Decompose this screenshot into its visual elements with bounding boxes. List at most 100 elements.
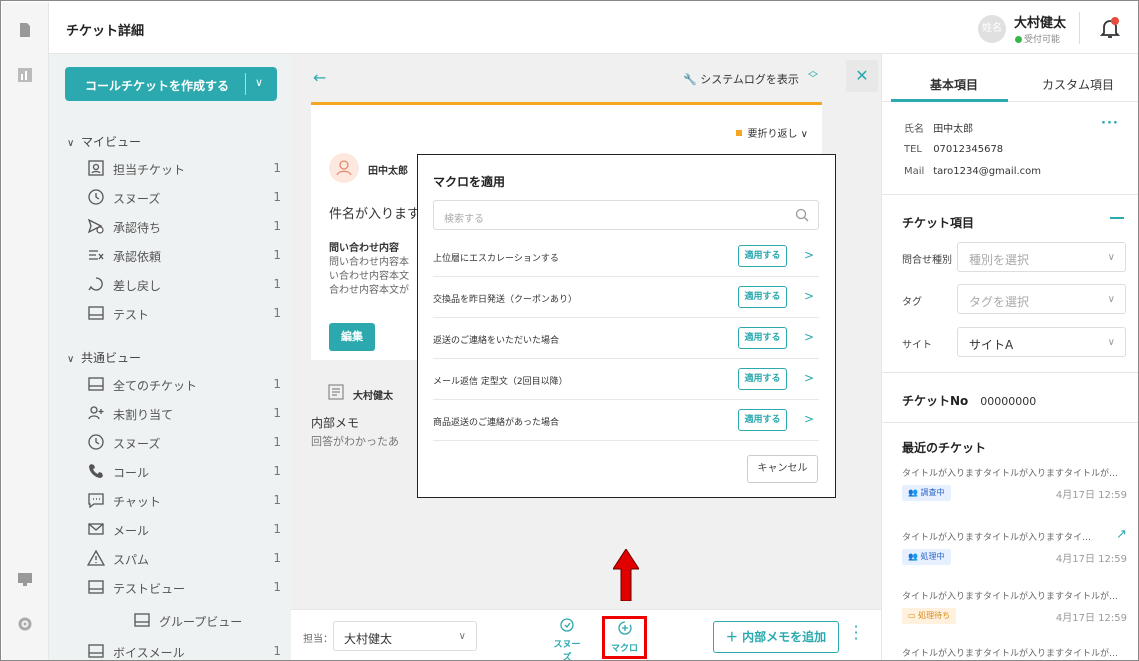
sidebar-item-shared-snooze[interactable]: スヌーズ 1 bbox=[87, 432, 281, 454]
return-icon bbox=[88, 277, 103, 291]
snooze-button[interactable]: スヌーズ bbox=[551, 616, 583, 660]
chevron-right-icon[interactable]: > bbox=[804, 412, 814, 426]
my-view-section[interactable]: ∨ マイビュー bbox=[67, 133, 141, 150]
report-icon[interactable] bbox=[18, 68, 32, 82]
sidebar-item-count: 1 bbox=[273, 551, 281, 565]
customer-name[interactable]: 田中太郎 bbox=[368, 162, 408, 177]
inbox-icon bbox=[88, 306, 104, 320]
ticket-number: チケットNo 00000000 bbox=[902, 392, 1036, 409]
apply-button[interactable]: 適用する bbox=[738, 245, 787, 267]
inbox-icon bbox=[134, 613, 150, 627]
sidebar-item-chat[interactable]: チャット 1 bbox=[87, 490, 281, 512]
chevron-right-icon[interactable]: > bbox=[804, 289, 814, 303]
red-arrow-annotation bbox=[613, 549, 639, 601]
sidebar-item-group-view[interactable]: グループビュー bbox=[133, 610, 281, 632]
macro-row[interactable]: 交換品を昨日発送（クーポンあり） 適用する > bbox=[433, 277, 819, 318]
sidebar-item-snooze[interactable]: スヌーズ 1 bbox=[87, 187, 281, 209]
sidebar-item-label: 全てのチケット bbox=[113, 379, 198, 393]
sidebar-item-voicemail[interactable]: ボイスメール 1 bbox=[87, 641, 281, 660]
recent-tickets-heading: 最近のチケット bbox=[902, 441, 987, 455]
macro-row[interactable]: 返送のご連絡をいただいた場合 適用する > bbox=[433, 318, 819, 359]
header-divider bbox=[1079, 12, 1080, 44]
apply-button[interactable]: 適用する bbox=[738, 409, 787, 431]
tab-custom[interactable]: カスタム項目 bbox=[1042, 76, 1114, 93]
ticket-toolbar: ← 🔧 システムログを表示 ︿ ﹀ bbox=[311, 54, 822, 105]
inquiry-label: 問い合わせ内容 bbox=[329, 243, 399, 254]
shared-view-section[interactable]: ∨ 共通ビュー bbox=[67, 349, 141, 366]
sidebar-item-test[interactable]: テスト 1 bbox=[87, 303, 281, 325]
chevron-down-icon[interactable]: ∨ bbox=[255, 76, 263, 89]
gear-icon[interactable] bbox=[18, 617, 32, 631]
macro-row[interactable]: 商品返送のご連絡があった場合 適用する > bbox=[433, 400, 819, 441]
sidebar-item-all-tickets[interactable]: 全てのチケット 1 bbox=[87, 374, 281, 396]
shared-view-label: 共通ビュー bbox=[81, 351, 142, 365]
sidebar-item-mail[interactable]: メール 1 bbox=[87, 519, 281, 541]
divider bbox=[882, 422, 1138, 423]
search-icon[interactable] bbox=[795, 208, 809, 222]
sidebar-item-label: スパム bbox=[113, 553, 150, 567]
more-horizontal-icon[interactable]: ··· bbox=[1101, 116, 1119, 131]
recent-ticket-title: タイトルが入りますタイトルが入りますタイトルが… bbox=[902, 592, 1119, 602]
monitor-icon[interactable] bbox=[18, 573, 32, 587]
phone-icon bbox=[89, 464, 103, 478]
tab-basic[interactable]: 基本項目 bbox=[930, 76, 978, 93]
user-status[interactable]: 受付可能 bbox=[1015, 32, 1060, 45]
back-arrow-icon[interactable]: ← bbox=[313, 68, 326, 87]
close-icon[interactable]: ✕ bbox=[846, 60, 878, 92]
more-vertical-icon[interactable]: · · · bbox=[852, 619, 860, 647]
apply-button[interactable]: 適用する bbox=[738, 286, 787, 308]
wrench-icon: 🔧 bbox=[683, 73, 697, 86]
ticket-subject: 件名が入ります bbox=[329, 207, 421, 222]
apply-button[interactable]: 適用する bbox=[738, 327, 787, 349]
sidebar-item-test-view[interactable]: テストビュー 1 bbox=[87, 577, 281, 599]
avatar[interactable]: 姓名 bbox=[978, 15, 1006, 43]
recent-ticket-item[interactable]: タイトルが入りますタイトルが入りますタイトルが… bbox=[902, 646, 1127, 659]
add-user-icon bbox=[88, 406, 104, 420]
show-system-log-button[interactable]: 🔧 システムログを表示 bbox=[683, 71, 799, 87]
sidebar-item-approval-request[interactable]: 承認依頼 1 bbox=[87, 245, 281, 267]
inquiry-type-select[interactable]: 種別を選択 ∨ bbox=[957, 242, 1126, 272]
site-select[interactable]: サイトA ∨ bbox=[957, 327, 1126, 357]
chevron-right-icon[interactable]: > bbox=[804, 248, 814, 262]
macro-button[interactable]: マクロ bbox=[602, 616, 647, 659]
macro-row[interactable]: メール返信 定型文（2回目以降） 適用する > bbox=[433, 359, 819, 400]
document-icon[interactable] bbox=[18, 23, 32, 37]
add-internal-memo-button[interactable]: ＋ 内部メモを追加 bbox=[713, 621, 839, 653]
status-badge: ▭ 処理待ち bbox=[902, 608, 957, 624]
macro-row[interactable]: 上位層にエスカレーションする 適用する > bbox=[433, 236, 819, 277]
macro-label: マクロ bbox=[610, 644, 638, 654]
page-title: チケット詳細 bbox=[66, 24, 145, 39]
chevron-right-icon[interactable]: > bbox=[804, 371, 814, 385]
select-value: 種別を選択 bbox=[969, 253, 1030, 267]
sidebar-item-awaiting-approval[interactable]: 承認待ち 1 bbox=[87, 216, 281, 238]
inbox-icon: ▭ bbox=[908, 611, 916, 620]
recent-ticket-item[interactable]: タイトルが入りますタイトルが入りますタイトルが… 👥 調査中 4月17日 12:… bbox=[902, 466, 1127, 501]
sidebar-item-label: コール bbox=[113, 466, 150, 480]
recent-ticket-item[interactable]: タイトルが入りますタイトルが入りますタイトルが… ▭ 処理待ち 4月17日 12… bbox=[902, 589, 1127, 624]
expand-collapse-icon[interactable]: ︿ ﹀ bbox=[808, 67, 818, 85]
collapse-minus-icon[interactable] bbox=[1110, 217, 1124, 219]
recent-ticket-title: タイトルが入りますタイトルが入りますタイトルが… bbox=[902, 469, 1119, 479]
open-external-icon[interactable]: ↗ bbox=[1116, 527, 1127, 542]
sidebar-item-sent-back[interactable]: 差し戻し 1 bbox=[87, 274, 281, 296]
tag-select[interactable]: タグを選択 ∨ bbox=[957, 284, 1126, 314]
bell-icon[interactable] bbox=[1098, 16, 1122, 40]
recent-ticket-item[interactable]: タイトルが入りますタイトルが入りますタイ… ↗ 👥 処理中 4月17日 12:5… bbox=[902, 527, 1127, 565]
sidebar-item-label: 差し戻し bbox=[113, 279, 162, 293]
macro-label: 返送のご連絡をいただいた場合 bbox=[433, 336, 560, 346]
chevron-right-icon[interactable]: > bbox=[804, 330, 814, 344]
assignee-select[interactable]: 大村健太 ∨ bbox=[333, 621, 477, 651]
apply-button[interactable]: 適用する bbox=[738, 368, 787, 390]
cancel-button[interactable]: キャンセル bbox=[747, 455, 818, 483]
macro-label: 商品返送のご連絡があった場合 bbox=[433, 418, 560, 428]
wrap-dropdown[interactable]: 要折り返し ∨ bbox=[735, 125, 808, 140]
sidebar-item-call[interactable]: コール 1 bbox=[87, 461, 281, 483]
create-call-ticket-button[interactable]: コールチケットを作成する ∨ bbox=[65, 67, 277, 101]
sidebar-item-assigned[interactable]: 担当チケット 1 bbox=[87, 158, 281, 180]
sidebar-item-spam[interactable]: スパム 1 bbox=[87, 548, 281, 570]
sidebar-item-label: 承認依頼 bbox=[113, 250, 162, 264]
user-name[interactable]: 大村健太 bbox=[1014, 12, 1066, 31]
edit-button[interactable]: 編集 bbox=[329, 323, 375, 351]
macro-search-input[interactable]: 検索する bbox=[433, 200, 819, 230]
sidebar-item-unassigned[interactable]: 未割り当て 1 bbox=[87, 403, 281, 425]
